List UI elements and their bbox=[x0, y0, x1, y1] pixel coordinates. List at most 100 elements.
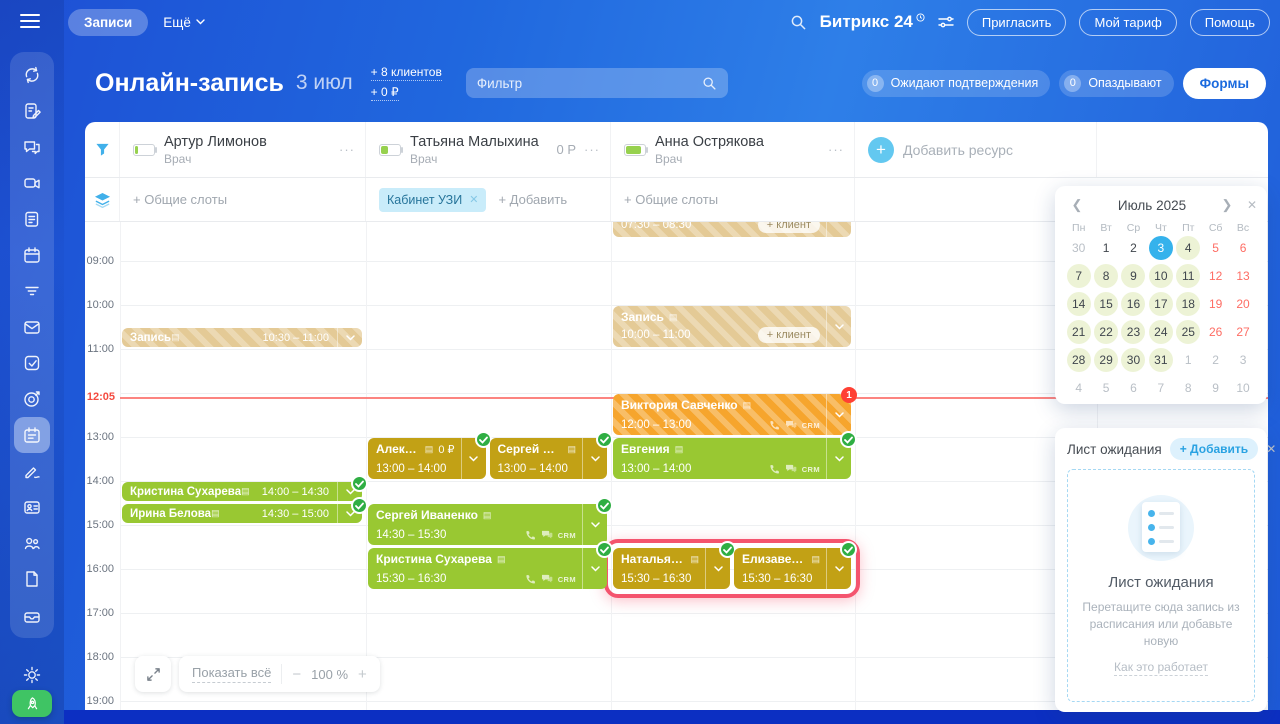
calendar-day[interactable]: 7 bbox=[1065, 262, 1092, 290]
invite-button[interactable]: Пригласить bbox=[967, 9, 1067, 36]
settings-icon[interactable] bbox=[21, 664, 43, 686]
calendar-event[interactable]: Сергей Иваненко▤ 14:30 – 15:30CRM bbox=[368, 504, 607, 545]
tariff-button[interactable]: Мой тариф bbox=[1079, 9, 1176, 36]
mail-icon[interactable] bbox=[14, 309, 50, 345]
tab-records[interactable]: Записи bbox=[68, 9, 148, 36]
calendar-event[interactable]: Алекс…▤0 ₽ 13:00 – 14:00 bbox=[368, 438, 486, 479]
close-icon[interactable]: ✕ bbox=[1239, 198, 1257, 212]
calendar-day[interactable]: 30 bbox=[1065, 234, 1092, 262]
sync-icon[interactable] bbox=[14, 57, 50, 93]
resource-header[interactable]: Артур Лимонов Врач ··· bbox=[120, 122, 366, 177]
calendar-day[interactable]: 9 bbox=[1202, 374, 1229, 402]
resource-menu-icon[interactable]: ··· bbox=[339, 142, 355, 157]
calendar-day[interactable]: 10 bbox=[1147, 262, 1174, 290]
calendar-day[interactable]: 25 bbox=[1175, 318, 1202, 346]
add-client-button[interactable]: + клиент bbox=[758, 222, 820, 233]
revenue-link[interactable]: + 0 ₽ bbox=[371, 85, 399, 101]
zoom-out-button[interactable]: − bbox=[292, 666, 301, 683]
add-resource-button[interactable]: + Добавить ресурс bbox=[855, 122, 1097, 177]
resource-menu-icon[interactable]: ··· bbox=[584, 142, 600, 157]
calendar-event[interactable]: 07:30 – 08:30+ клиент bbox=[613, 222, 851, 237]
calendar-day[interactable]: 30 bbox=[1120, 346, 1147, 374]
calendar-day[interactable]: 26 bbox=[1202, 318, 1229, 346]
calendar-day[interactable]: 13 bbox=[1229, 262, 1256, 290]
clients-count-link[interactable]: + 8 клиентов bbox=[371, 65, 442, 81]
calendar-day[interactable]: 20 bbox=[1229, 290, 1256, 318]
calendar-day[interactable]: 2 bbox=[1120, 234, 1147, 262]
add-slot-button[interactable]: + Добавить bbox=[498, 192, 567, 207]
how-it-works-link[interactable]: Как это работает bbox=[1114, 660, 1208, 676]
calendar-event[interactable]: Евгения▤ 13:00 – 14:00CRM bbox=[613, 438, 851, 479]
calendar-event[interactable]: Наталья …▤ 15:30 – 16:30 bbox=[613, 548, 730, 589]
calendar-event[interactable]: Ирина Белова▤ 14:30 – 15:00 bbox=[122, 504, 362, 523]
calendar-event[interactable]: Елизавет…▤ 15:30 – 16:30 bbox=[734, 548, 851, 589]
more-menu[interactable]: Ещё bbox=[163, 15, 205, 30]
calendar-day[interactable]: 8 bbox=[1175, 374, 1202, 402]
calendar-event[interactable]: Сергей И…▤ 13:00 – 14:00 bbox=[490, 438, 608, 479]
sales-funnel-icon[interactable] bbox=[14, 273, 50, 309]
calendar-event[interactable]: Кристина Сухарева▤ 15:30 – 16:30CRM bbox=[368, 548, 607, 589]
calendar-day[interactable]: 21 bbox=[1065, 318, 1092, 346]
calendar-day[interactable]: 31 bbox=[1147, 346, 1174, 374]
calendar-day[interactable]: 23 bbox=[1120, 318, 1147, 346]
storage-icon[interactable] bbox=[14, 597, 50, 633]
current-date[interactable]: 3 июл bbox=[296, 71, 353, 95]
sign-icon[interactable] bbox=[14, 453, 50, 489]
calendar-day[interactable]: 2 bbox=[1202, 346, 1229, 374]
show-all-button[interactable]: Показать всё bbox=[192, 665, 271, 683]
close-icon[interactable]: ✕ bbox=[469, 193, 478, 206]
calendar-day[interactable]: 4 bbox=[1065, 374, 1092, 402]
bitrix24-logo[interactable]: Битрикс 24 bbox=[820, 12, 925, 32]
calendar-day[interactable]: 27 bbox=[1229, 318, 1256, 346]
calendar-day[interactable]: 3 bbox=[1229, 346, 1256, 374]
calendar-day[interactable]: 10 bbox=[1229, 374, 1256, 402]
forms-button[interactable]: Формы bbox=[1183, 68, 1266, 99]
calendar-day[interactable]: 22 bbox=[1092, 318, 1119, 346]
zoom-in-button[interactable]: + bbox=[358, 666, 367, 683]
filter-funnel-icon[interactable] bbox=[85, 122, 120, 177]
resource-header[interactable]: Татьяна Малыхина Врач 0 Р ··· bbox=[366, 122, 611, 177]
calendar-day[interactable]: 4 bbox=[1175, 234, 1202, 262]
waiting-list-add-button[interactable]: + Добавить bbox=[1170, 438, 1258, 460]
tasks-icon[interactable] bbox=[14, 345, 50, 381]
common-slots-button[interactable]: + Общие слоты bbox=[120, 178, 366, 221]
calendar-event[interactable]: Кристина Сухарева▤ 14:00 – 14:30 bbox=[122, 482, 362, 501]
calendar-day[interactable]: 15 bbox=[1092, 290, 1119, 318]
calendar-day[interactable]: 5 bbox=[1092, 374, 1119, 402]
chevron-down-icon[interactable] bbox=[337, 328, 362, 347]
help-button[interactable]: Помощь bbox=[1190, 9, 1270, 36]
calendar-day[interactable]: 1 bbox=[1175, 346, 1202, 374]
calendar-day[interactable]: 28 bbox=[1065, 346, 1092, 374]
employees-icon[interactable] bbox=[14, 525, 50, 561]
online-booking-icon[interactable] bbox=[14, 417, 50, 453]
room-chip[interactable]: Кабинет УЗИ ✕ bbox=[379, 188, 486, 212]
calendar-event[interactable]: Запись▤ 10:30 – 11:00 bbox=[122, 328, 362, 347]
calendar-day[interactable]: 16 bbox=[1120, 290, 1147, 318]
calendar-day[interactable]: 9 bbox=[1120, 262, 1147, 290]
crm-marketing-icon[interactable] bbox=[14, 381, 50, 417]
resource-menu-icon[interactable]: ··· bbox=[828, 142, 844, 157]
calendar-day[interactable]: 12 bbox=[1202, 262, 1229, 290]
tasks-edit-icon[interactable] bbox=[14, 93, 50, 129]
calendar-day[interactable]: 1 bbox=[1092, 234, 1119, 262]
filter-box[interactable] bbox=[466, 68, 728, 98]
menu-icon[interactable] bbox=[20, 13, 40, 29]
calendar-day[interactable]: 19 bbox=[1202, 290, 1229, 318]
pending-confirmation-badge[interactable]: 0 Ожидают подтверждения bbox=[862, 70, 1051, 97]
calendar-day[interactable]: 6 bbox=[1120, 374, 1147, 402]
filter-input[interactable] bbox=[477, 76, 702, 91]
calendar-day[interactable]: 14 bbox=[1065, 290, 1092, 318]
calendar-event[interactable]: Запись▤ 10:00 – 11:00+ клиент bbox=[613, 306, 851, 347]
documents-icon[interactable] bbox=[14, 561, 50, 597]
feed-icon[interactable] bbox=[14, 201, 50, 237]
waiting-list-dropzone[interactable]: Лист ожидания Перетащите сюда запись из … bbox=[1067, 469, 1255, 702]
mini-calendar-title[interactable]: Июль 2025 bbox=[1089, 198, 1215, 213]
prev-month-icon[interactable]: ❮ bbox=[1065, 197, 1089, 213]
next-month-icon[interactable]: ❯ bbox=[1215, 197, 1239, 213]
common-slots-button[interactable]: + Общие слоты bbox=[611, 178, 855, 221]
chevron-down-icon[interactable] bbox=[826, 306, 851, 347]
calendar-day[interactable]: 3 bbox=[1147, 234, 1174, 262]
calendar-day[interactable]: 11 bbox=[1175, 262, 1202, 290]
layers-icon[interactable] bbox=[85, 178, 120, 221]
chevron-down-icon[interactable] bbox=[826, 222, 851, 237]
